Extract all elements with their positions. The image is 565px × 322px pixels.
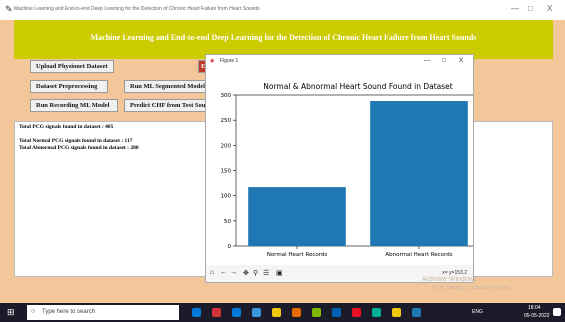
windows-start-icon[interactable]: ⊞ — [7, 308, 16, 317]
search-icon: ○ — [31, 308, 36, 315]
search-placeholder: Type here to search — [42, 309, 96, 315]
bar-chart: Normal & Abnormal Heart Sound Found in D… — [221, 82, 473, 258]
run-ml-segmented-button[interactable]: Run ML Segmented Model — [124, 80, 210, 93]
x-tick-label: Abnormal Heart Records — [385, 252, 452, 258]
x-tick-label: Normal Heart Records — [267, 252, 328, 258]
output-line-normal: Total Normal PCG signals found in datase… — [19, 138, 133, 144]
output-line-abnormal: Total Abnormal PCG signals found in data… — [19, 145, 139, 151]
y-tick-label: 50 — [224, 219, 231, 225]
explorer-icon[interactable] — [272, 308, 281, 317]
chart-title: Normal & Abnormal Heart Sound Found in D… — [263, 82, 453, 91]
edge-icon[interactable] — [232, 308, 241, 317]
matplotlib-icon: ◉ — [210, 58, 215, 64]
figure-maximize-button[interactable]: □ — [442, 57, 446, 64]
run-recording-ml-button[interactable]: Run Recording ML Model — [30, 99, 118, 112]
y-tick-label: 250 — [221, 118, 232, 124]
output-line-total: Total PCG signals found in dataset : 405 — [19, 124, 114, 130]
upload-dataset-button[interactable]: Upload Physionet Dataset — [30, 60, 114, 73]
activate-windows-subtext: Go to Settings to activate Windows. — [432, 285, 511, 291]
close-button[interactable]: X — [547, 4, 552, 13]
app-icon-4[interactable] — [332, 308, 341, 317]
figure-window: ◉ Figure 1 — □ X Normal & Abnormal Heart… — [205, 54, 474, 283]
task-view-icon[interactable] — [192, 308, 201, 317]
y-tick-label: 200 — [221, 143, 232, 149]
window-title: Machine Learning and End-to-end Deep Lea… — [14, 6, 260, 12]
figure-close-button[interactable]: X — [459, 57, 463, 64]
y-tick-label: 0 — [228, 244, 232, 250]
app-icon-7[interactable] — [392, 308, 401, 317]
y-tick-label: 300 — [221, 93, 232, 99]
zoom-icon[interactable]: ⚲ — [253, 269, 258, 277]
python-icon[interactable] — [412, 308, 421, 317]
save-icon[interactable]: ▣ — [276, 269, 283, 277]
figure-title: Figure 1 — [220, 58, 239, 64]
feather-icon: ✎ — [5, 4, 13, 14]
home-icon[interactable]: ⌂ — [210, 269, 214, 276]
dataset-preprocessing-button[interactable]: Dataset Preprocessing — [30, 80, 108, 93]
bar-1 — [370, 101, 468, 246]
app-icon-2[interactable] — [292, 308, 301, 317]
taskbar-search[interactable]: ○ Type here to search — [27, 305, 179, 320]
app-icon-6[interactable] — [372, 308, 381, 317]
pan-icon[interactable]: ✥ — [243, 269, 249, 277]
minimize-button[interactable]: — — [511, 4, 519, 13]
window-titlebar: ✎ Machine Learning and End-to-end Deep L… — [0, 0, 565, 20]
app-icon-5[interactable] — [352, 308, 361, 317]
tray-time[interactable]: 18:04 — [528, 305, 541, 311]
chrome-icon[interactable] — [212, 308, 221, 317]
bar-0 — [248, 187, 346, 246]
tray-language[interactable]: ENG — [472, 309, 483, 315]
taskbar: ⊞ ○ Type here to search ENG 18:04 05-05-… — [0, 303, 565, 322]
tray-date[interactable]: 05-05-2022 — [524, 313, 550, 319]
activate-windows-watermark: Activate Windows — [422, 276, 478, 283]
app-header-title: Machine Learning and End-to-end Deep Lea… — [90, 33, 477, 42]
configure-icon[interactable]: ☰ — [263, 269, 269, 277]
app-icon-1[interactable] — [252, 308, 261, 317]
app-icon-3[interactable] — [312, 308, 321, 317]
predict-chf-button[interactable]: Predict CHF from Test Sound — [124, 99, 210, 112]
notification-icon[interactable] — [553, 308, 561, 316]
maximize-button[interactable]: □ — [528, 4, 533, 13]
y-tick-label: 100 — [221, 194, 232, 200]
figure-minimize-button[interactable]: — — [424, 57, 431, 64]
back-arrow-icon[interactable]: ← — [220, 269, 227, 276]
forward-arrow-icon[interactable]: → — [230, 269, 237, 276]
y-tick-label: 150 — [221, 169, 232, 175]
